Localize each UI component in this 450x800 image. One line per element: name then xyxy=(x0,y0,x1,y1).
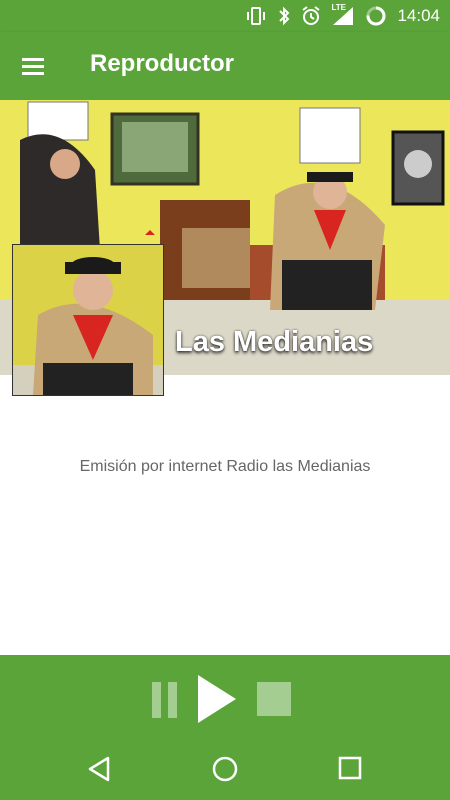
stop-icon[interactable] xyxy=(257,682,291,716)
back-icon[interactable] xyxy=(86,755,114,783)
signal-icon: LTE xyxy=(331,3,355,26)
status-bar: LTE 14:04 xyxy=(0,0,450,32)
hamburger-menu-icon[interactable] xyxy=(18,52,52,80)
status-time: 14:04 xyxy=(397,6,440,25)
alarm-icon xyxy=(301,6,321,26)
bluetooth-icon xyxy=(277,6,291,26)
station-description: Emisión por internet Radio las Medianias xyxy=(79,458,371,475)
battery-icon xyxy=(365,5,387,27)
station-name: Las Medianias xyxy=(175,326,374,358)
page-title: Reproductor xyxy=(90,50,234,77)
network-type-label: LTE xyxy=(331,3,346,12)
vibrate-icon xyxy=(245,6,267,26)
player-controls xyxy=(0,655,450,800)
status-icons: LTE 14:04 xyxy=(245,0,440,32)
app-bar: Reproductor xyxy=(0,32,450,100)
recent-apps-icon[interactable] xyxy=(337,755,363,781)
home-icon[interactable] xyxy=(211,755,239,783)
pause-icon[interactable] xyxy=(152,682,178,718)
station-thumbnail xyxy=(12,244,164,396)
play-icon[interactable] xyxy=(196,675,236,723)
